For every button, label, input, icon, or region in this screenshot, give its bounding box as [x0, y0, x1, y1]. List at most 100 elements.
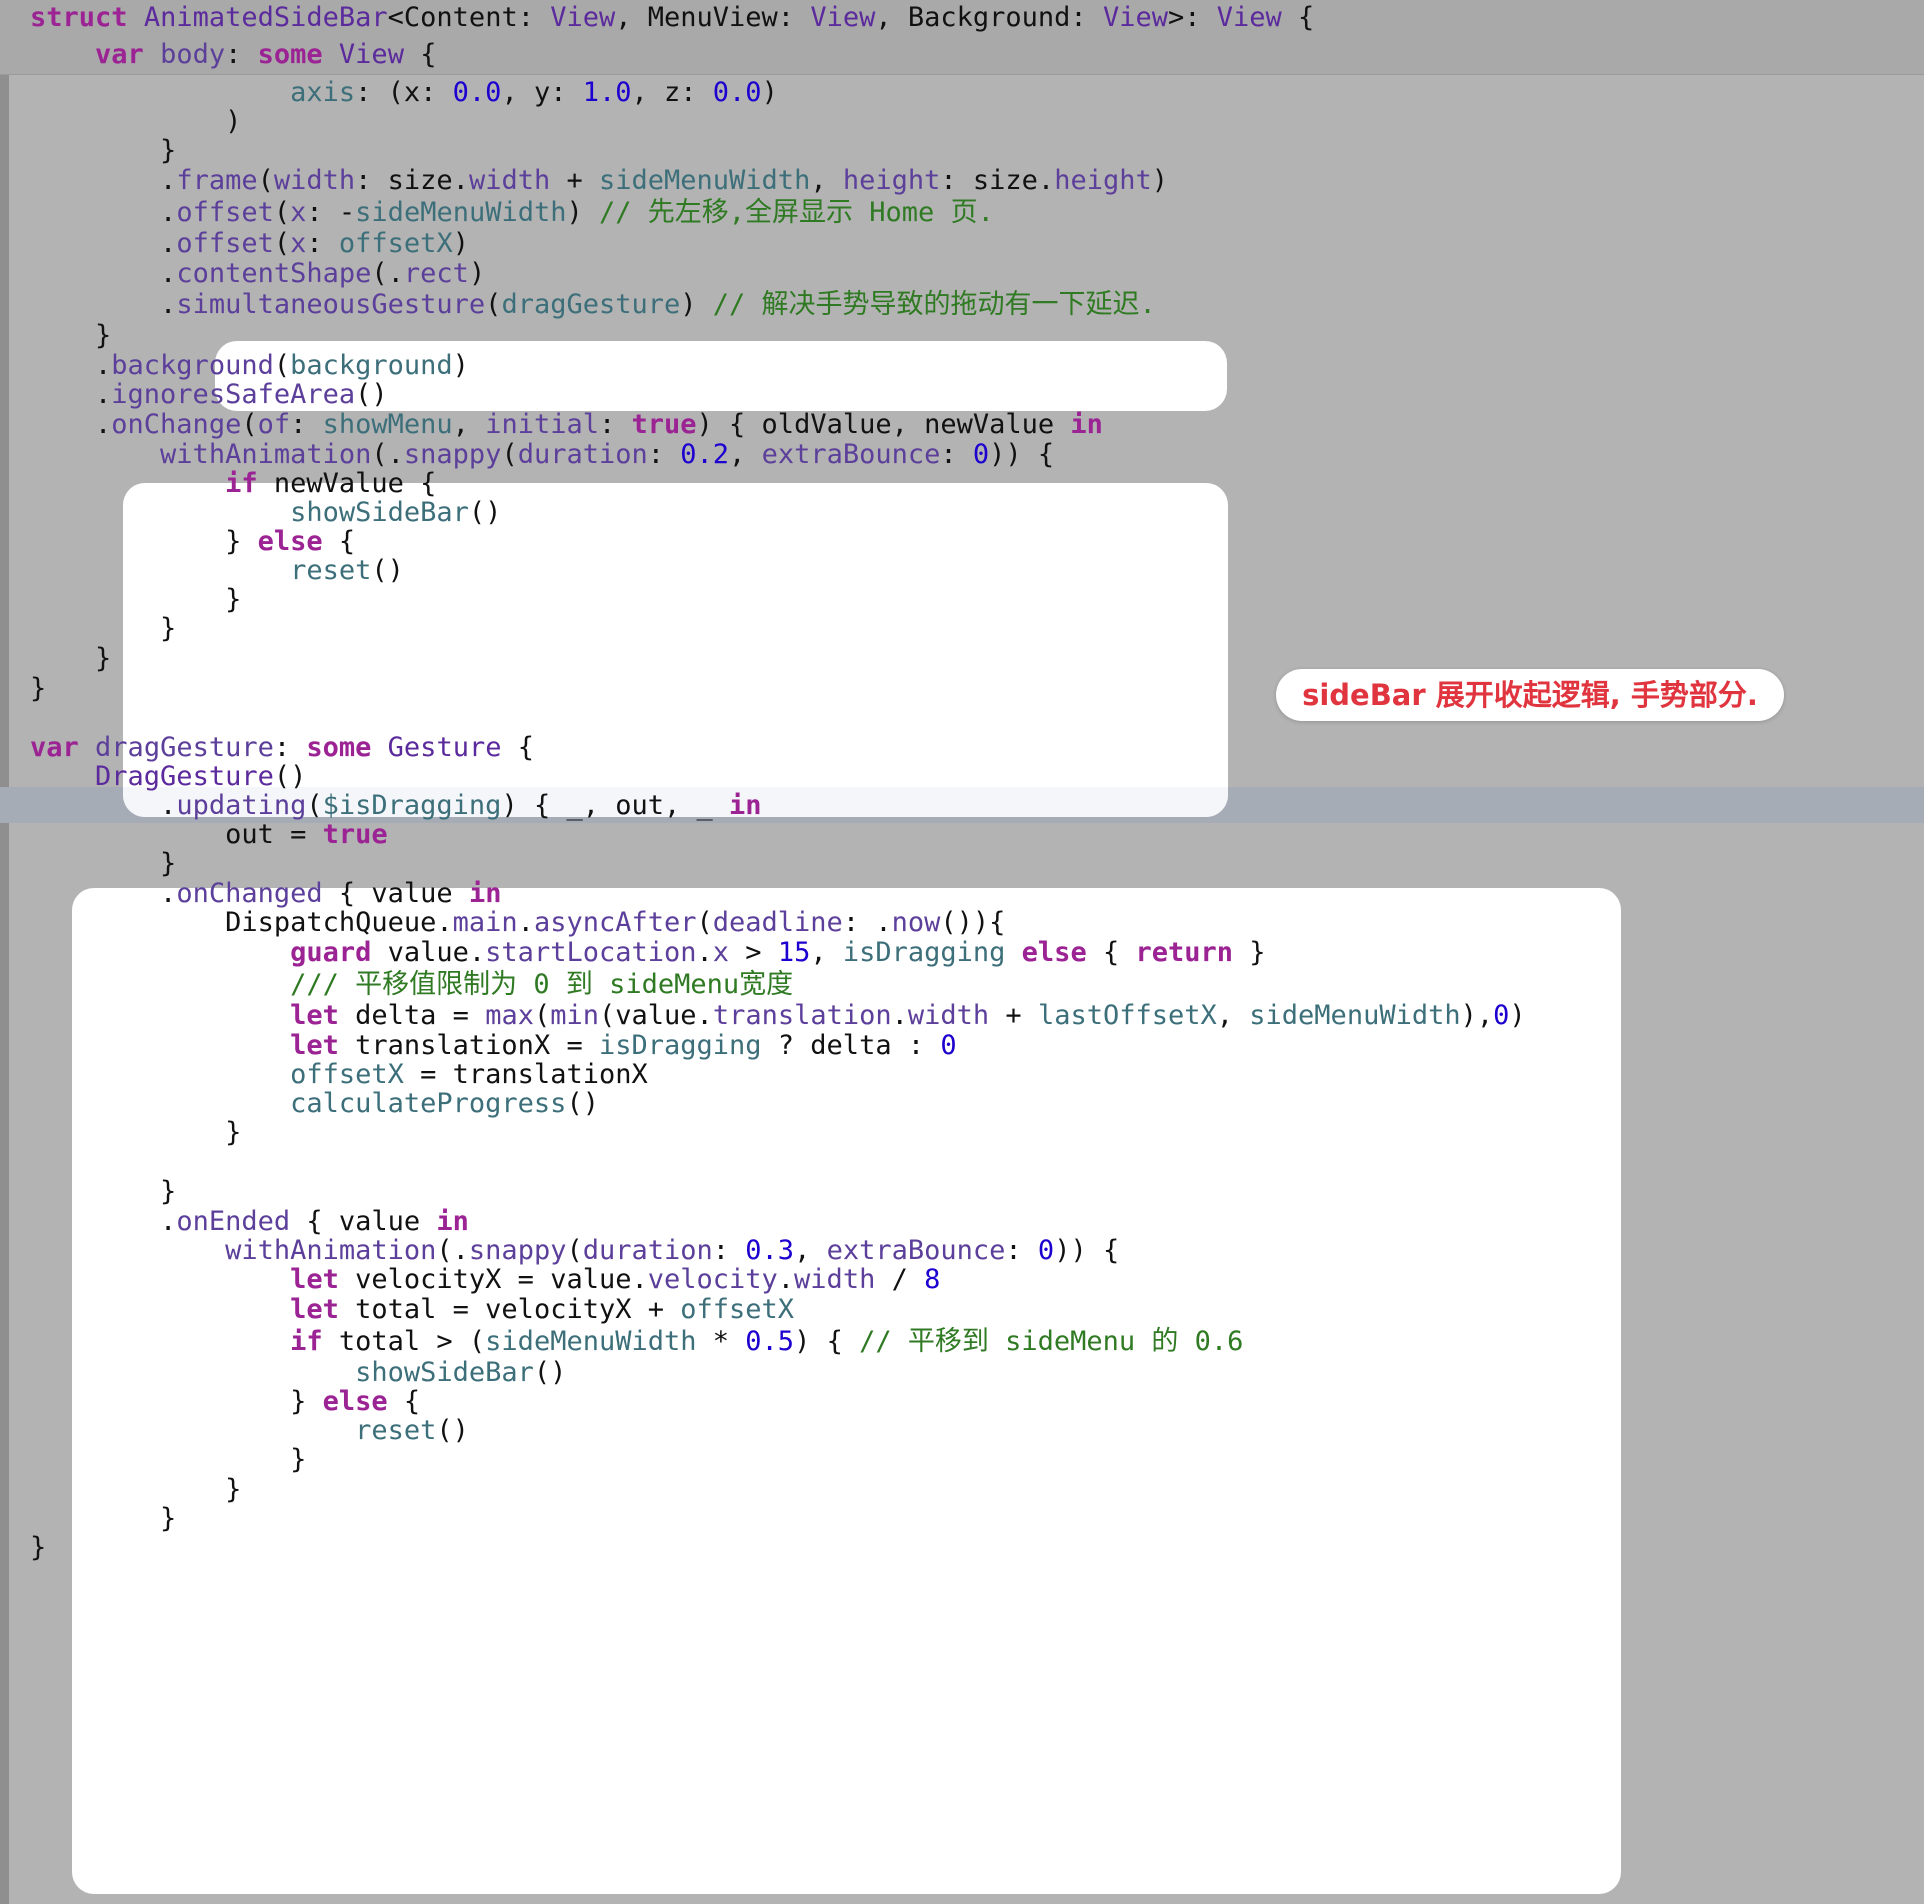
code-token: .: [30, 197, 177, 228]
code-token: height: [1054, 165, 1152, 196]
code-token: delta =: [338, 1000, 486, 1031]
code-token: startLocation: [485, 937, 697, 968]
code-token: ()){: [940, 907, 1006, 938]
code-token: ,: [1216, 1000, 1250, 1031]
code-token: ): [1151, 165, 1168, 196]
code-token: sideMenuWidth: [1249, 1000, 1461, 1031]
sticky-header-body[interactable]: var body: some View {: [0, 37, 1924, 75]
code-token: .: [517, 907, 534, 938]
code-token: initial: [485, 409, 599, 440]
code-token: (): [468, 497, 502, 528]
code-token: }: [30, 848, 177, 879]
code-token: ,: [729, 439, 762, 470]
code-token: 0: [972, 439, 990, 470]
code-line[interactable]: guard value.startLocation.x > 15, isDrag…: [30, 935, 1266, 971]
code-token: ): [1509, 1000, 1526, 1031]
code-token: width: [468, 165, 551, 196]
code-token: .: [891, 1000, 908, 1031]
code-line[interactable]: let total = velocityX + offsetX: [30, 1292, 794, 1328]
code-line[interactable]: .simultaneousGesture(dragGesture) // 解决手…: [30, 287, 1156, 323]
code-token: reset: [355, 1415, 437, 1446]
code-token: +: [550, 165, 599, 196]
code-token: .: [30, 228, 177, 259]
code-line[interactable]: }: [30, 1530, 46, 1566]
code-token: View: [550, 2, 616, 33]
editor-gutter: [0, 74, 9, 1904]
code-token: : (x:: [355, 77, 453, 108]
code-token: ),: [1460, 1000, 1494, 1031]
code-token: )) {: [1054, 1235, 1120, 1266]
code-token: width: [907, 1000, 990, 1031]
code-token: 0.0: [712, 77, 762, 108]
code-token: lastOffsetX: [1037, 1000, 1217, 1031]
code-token: 1.0: [582, 77, 632, 108]
code-line[interactable]: }: [30, 1501, 176, 1537]
code-token: 0: [1037, 1235, 1055, 1266]
code-token: .: [30, 165, 177, 196]
code-token: ,: [810, 937, 843, 968]
code-token: struct: [30, 2, 128, 33]
code-token: ): [566, 197, 600, 228]
code-token: ,: [452, 409, 486, 440]
code-token: }: [1233, 937, 1266, 968]
code-token: let: [290, 1000, 339, 1031]
code-token: (value.: [599, 1000, 713, 1031]
code-token: guard: [290, 937, 372, 968]
code-token: ): [452, 350, 469, 381]
code-token: View: [1216, 2, 1282, 33]
code-token: }: [30, 673, 47, 704]
code-token: body: [160, 39, 226, 70]
code-token: , Background:: [875, 2, 1103, 33]
code-token: Gesture: [387, 732, 502, 763]
code-token: 0.2: [680, 439, 730, 470]
code-token: sideMenuWidth: [599, 165, 811, 196]
code-token: }: [30, 1444, 307, 1475]
code-line[interactable]: }: [30, 671, 46, 707]
code-token: ) {: [794, 1326, 860, 1357]
code-token: in: [1070, 409, 1103, 440]
code-token: /: [875, 1264, 925, 1295]
code-token: (): [355, 379, 388, 410]
code-token: (: [485, 289, 502, 320]
code-token: :: [1005, 1235, 1038, 1266]
code-token: :: [598, 409, 632, 440]
code-token: min: [550, 1000, 600, 1031]
code-token: width: [794, 1264, 876, 1295]
code-token: (: [273, 228, 291, 259]
code-token: offset: [176, 197, 274, 228]
code-token: asyncAfter: [533, 907, 697, 938]
code-token: simultaneousGesture: [176, 289, 486, 320]
code-token: contentShape: [176, 258, 372, 289]
sticky-header-struct[interactable]: struct AnimatedSideBar<Content: View, Me…: [0, 0, 1924, 38]
code-token: AnimatedSideBar: [143, 2, 388, 33]
code-token: *: [696, 1326, 746, 1357]
code-token: 8: [924, 1264, 941, 1295]
code-token: (: [696, 907, 713, 938]
code-token: translation: [712, 1000, 892, 1031]
code-token: sideMenuWidth: [355, 197, 567, 228]
code-token: main: [452, 907, 518, 938]
code-token: showMenu: [322, 409, 453, 440]
code-token: if: [290, 1326, 323, 1357]
code-token: frame: [176, 165, 258, 196]
code-token: (): [436, 1415, 469, 1446]
code-token: : .: [842, 907, 892, 938]
code-line[interactable]: .frame(width: size.width + sideMenuWidth…: [30, 163, 1168, 199]
code-token: /// 平移值限制为 0 到 sideMenu宽度: [290, 969, 794, 1000]
code-token: {: [501, 732, 534, 763]
code-token: total > (: [322, 1326, 486, 1357]
code-token: : size.: [355, 165, 469, 196]
code-token: offsetX: [680, 1294, 795, 1325]
code-line[interactable]: }: [30, 1115, 241, 1151]
code-token: .: [30, 289, 177, 320]
code-token: ignoresSafeArea: [111, 379, 356, 410]
code-token: now: [891, 907, 941, 938]
